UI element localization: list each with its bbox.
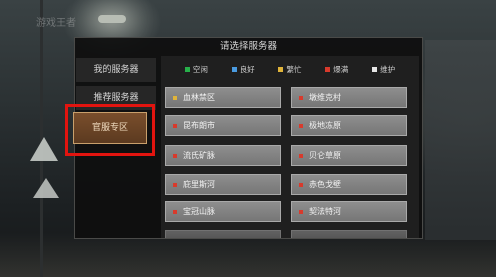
legend-item-good: 良好 [231, 64, 255, 75]
server-status-icon [173, 182, 177, 187]
server-name: 血林禁区 [183, 93, 215, 102]
server-name: 极地冻原 [309, 121, 341, 130]
legend-item-maintenance: 维护 [372, 64, 395, 75]
sidebar-item-official[interactable]: 官服专区 [73, 112, 147, 144]
server-list-panel: 空闲 良好 繁忙 爆满 维护 血林禁区 墩维克村 昆布朗市 极地冻原 流氏矿脉 … [161, 56, 419, 238]
server-name: 宝冠山脉 [183, 207, 215, 216]
server-name: 庇里斯河 [183, 180, 215, 189]
server-item[interactable]: 极地冻原 [291, 115, 407, 136]
server-item[interactable]: 流氏矿脉 [165, 145, 281, 166]
legend-item-idle: 空闲 [184, 64, 208, 75]
dialog-title: 请选择服务器 [219, 41, 277, 52]
legend-label: 繁忙 [286, 64, 302, 74]
server-item[interactable]: 赤色戈壁 [291, 174, 407, 195]
server-name: 昆布朗市 [183, 121, 215, 130]
server-status-icon [299, 209, 303, 214]
server-item[interactable]: 贝仑草原 [291, 145, 407, 166]
status-legend: 空闲 良好 繁忙 爆满 维护 [161, 62, 419, 76]
legend-item-full: 爆满 [325, 64, 348, 75]
server-name: 贝仑草原 [309, 151, 341, 160]
server-status-icon [299, 153, 303, 158]
server-status-icon [173, 209, 177, 214]
status-busy-icon [278, 66, 284, 72]
server-item[interactable]: 昆布朗市 [165, 115, 281, 136]
server-item[interactable]: 契法特河 [291, 201, 407, 222]
watermark: 游戏王者 [36, 18, 76, 29]
legend-label: 爆满 [333, 64, 349, 74]
background-deer-sign [33, 178, 59, 198]
server-item[interactable]: 墩维克村 [291, 87, 407, 108]
legend-label: 空闲 [192, 64, 208, 74]
background-house [425, 40, 496, 240]
server-item[interactable]: 庇里斯河 [165, 174, 281, 195]
legend-item-busy: 繁忙 [278, 64, 301, 75]
server-status-icon [299, 182, 303, 187]
server-name: 流氏矿脉 [183, 151, 215, 160]
server-name: 赤色戈壁 [309, 180, 341, 189]
background-warning-sign [30, 137, 58, 161]
legend-label: 良好 [239, 64, 255, 74]
background-street-lamp [98, 15, 126, 23]
server-name: 契法特河 [309, 207, 341, 216]
status-full-icon [325, 66, 331, 72]
server-status-icon [173, 153, 177, 158]
status-good-icon [231, 66, 237, 72]
status-idle-icon [184, 66, 190, 72]
server-status-icon [299, 95, 303, 100]
sidebar-item-my-servers[interactable]: 我的服务器 [76, 58, 156, 82]
server-status-icon [299, 123, 303, 128]
server-item-partial[interactable] [165, 230, 281, 238]
server-status-icon [173, 95, 177, 100]
server-item[interactable]: 血林禁区 [165, 87, 281, 108]
server-item[interactable]: 宝冠山脉 [165, 201, 281, 222]
server-name: 墩维克村 [309, 93, 341, 102]
legend-label: 维护 [380, 64, 396, 74]
server-status-icon [173, 123, 177, 128]
status-maintenance-icon [372, 66, 378, 72]
server-item-partial[interactable] [291, 230, 407, 238]
